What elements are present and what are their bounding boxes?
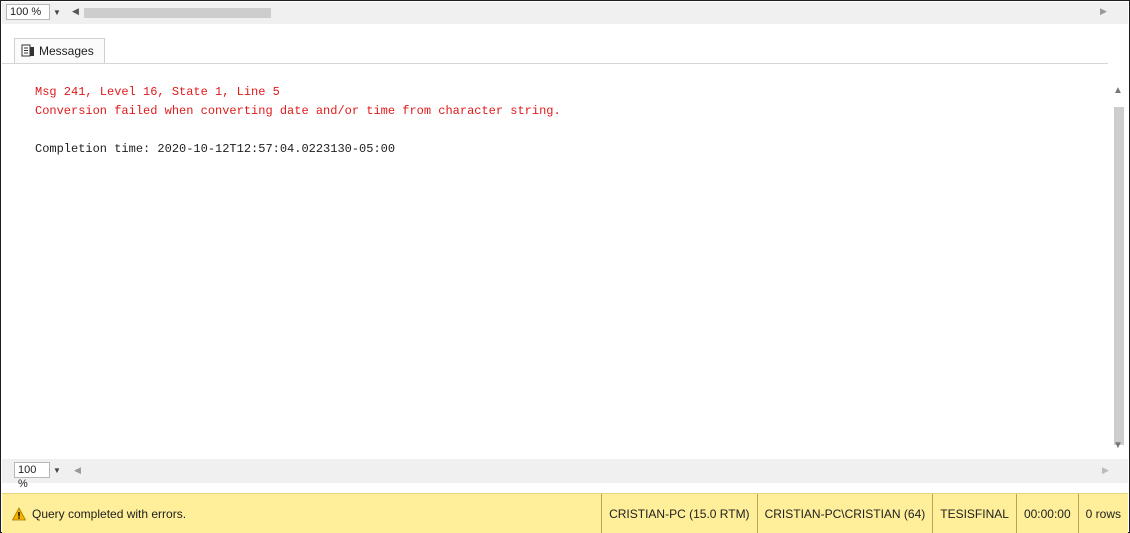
tab-messages-label: Messages bbox=[39, 44, 94, 58]
vertical-scrollbar[interactable]: ▲ ▼ bbox=[1111, 85, 1127, 455]
error-message-detail: Conversion failed when converting date a… bbox=[35, 104, 561, 118]
bottom-zoom-value[interactable]: 100 % bbox=[14, 462, 50, 490]
status-user: CRISTIAN-PC\CRISTIAN (64) bbox=[756, 494, 933, 533]
arrow-left-icon[interactable]: ◀ bbox=[72, 6, 79, 17]
top-zoom-value[interactable]: 100 % bbox=[6, 4, 50, 20]
top-zoom-control[interactable]: 100 % ▼ bbox=[6, 4, 64, 20]
top-zoom-bar: 100 % ▼ ◀ ▶ bbox=[2, 2, 1128, 24]
tab-divider bbox=[2, 63, 1108, 64]
arrow-up-icon[interactable]: ▲ bbox=[1113, 85, 1123, 96]
bottom-zoom-bar: 100 % ▼ ◀ ▶ bbox=[2, 459, 1128, 490]
status-rows: 0 rows bbox=[1077, 494, 1128, 533]
status-elapsed: 00:00:00 bbox=[1015, 494, 1078, 533]
tab-messages[interactable]: Messages bbox=[14, 38, 105, 63]
completion-time: Completion time: 2020-10-12T12:57:04.022… bbox=[35, 142, 396, 156]
status-text: Query completed with errors. bbox=[32, 506, 187, 521]
messages-icon bbox=[21, 44, 34, 57]
bottom-zoom-control[interactable]: 100 % ▼ bbox=[14, 462, 64, 490]
status-server: CRISTIAN-PC (15.0 RTM) bbox=[601, 494, 756, 533]
chevron-down-icon[interactable]: ▼ bbox=[50, 4, 64, 20]
error-message-line: Msg 241, Level 16, State 1, Line 5 bbox=[35, 85, 280, 99]
message-output: Msg 241, Level 16, State 1, Line 5 Conve… bbox=[35, 83, 561, 159]
arrow-down-icon[interactable]: ▼ bbox=[1113, 440, 1123, 451]
arrow-right-icon[interactable]: ▶ bbox=[1102, 465, 1109, 476]
chevron-down-icon[interactable]: ▼ bbox=[50, 462, 64, 478]
warning-icon bbox=[12, 506, 26, 520]
arrow-right-icon[interactable]: ▶ bbox=[1100, 6, 1107, 17]
arrow-left-icon[interactable]: ◀ bbox=[74, 465, 81, 476]
status-database: TESISFINAL bbox=[932, 494, 1016, 533]
vertical-scroll-thumb[interactable] bbox=[1114, 107, 1124, 445]
horizontal-scroll-thumb[interactable] bbox=[84, 8, 271, 18]
results-pane: 100 % ▼ ◀ ▶ Messages Msg 241, Level 16, … bbox=[0, 0, 1130, 533]
status-bar: Query completed with errors. CRISTIAN-PC… bbox=[2, 493, 1128, 533]
